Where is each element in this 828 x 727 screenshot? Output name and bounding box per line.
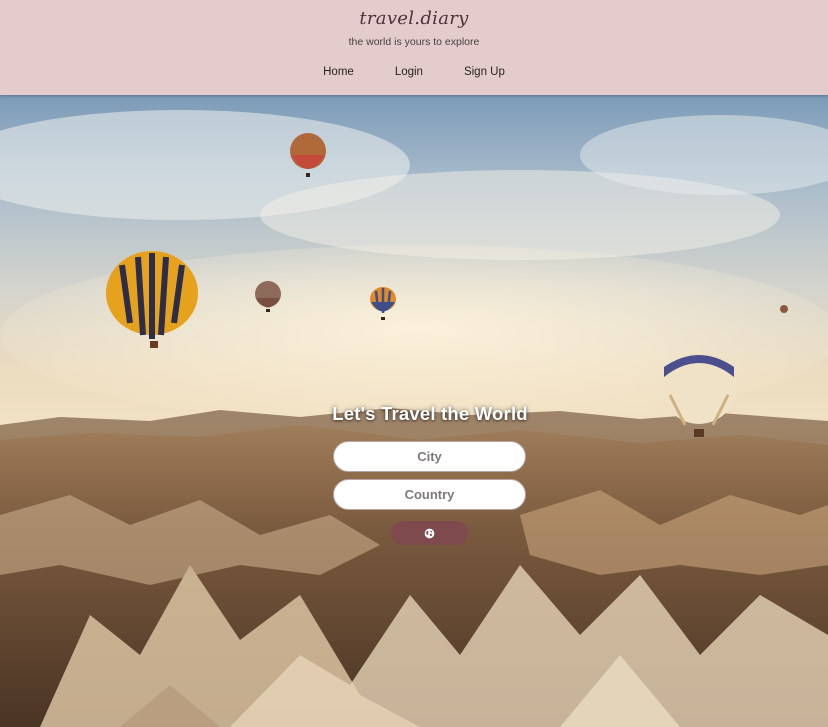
city-input[interactable] [333,441,526,472]
globe-icon [424,528,435,538]
hero-background-image [0,95,828,727]
nav-login-link[interactable]: Login [395,64,423,80]
search-globe-button[interactable] [391,521,468,545]
balloon-landscape-illustration [0,110,828,727]
nav-home-link[interactable]: Home [323,64,354,80]
brand-logo[interactable]: travel.diary [0,8,828,29]
site-header: travel.diary the world is yours to explo… [0,0,828,95]
balloon-far-right [780,305,788,313]
country-input[interactable] [333,479,526,510]
nav-signup-link[interactable]: Sign Up [464,64,505,80]
tagline: the world is yours to explore [348,36,480,48]
main-nav: Home Login Sign Up [0,64,828,80]
